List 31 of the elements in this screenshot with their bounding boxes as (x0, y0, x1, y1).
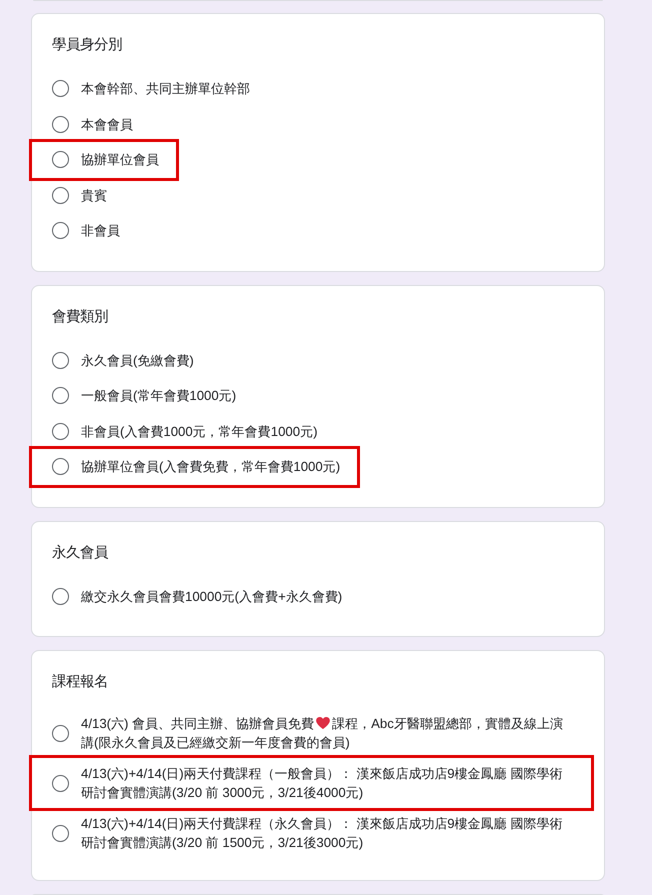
option-label[interactable]: 協辦單位會員(入會費免費，常年會費1000元) (81, 457, 340, 476)
option-label[interactable]: 永久會員(免繳會費) (81, 350, 194, 370)
radio-button[interactable] (52, 80, 69, 98)
radio-button[interactable] (52, 774, 69, 792)
question-title: 永久會員 (52, 544, 109, 562)
option-label[interactable]: 4/13(六)+4/14(日)兩天付費課程（一般會員）： 漢來飯店成功店9樓金鳳廳 國際學術研討會實體演講(3/20 前 3000元，3/21後4000元) (81, 764, 574, 802)
radio-button[interactable] (52, 151, 69, 168)
option-label[interactable]: 非會員(入會費1000元，常年會費1000元) (81, 422, 318, 441)
option-label[interactable]: 本會會員 (81, 114, 133, 134)
radio-button[interactable] (52, 588, 69, 605)
radio-button[interactable] (52, 222, 69, 240)
option-label[interactable]: 本會幹部、共同主辦單位幹部 (81, 79, 250, 98)
radio-button[interactable] (52, 186, 69, 204)
radio-button[interactable] (52, 422, 69, 440)
question-title: 學員身分別 (52, 36, 123, 55)
radio-button[interactable] (52, 458, 69, 476)
radio-button[interactable] (52, 116, 69, 133)
option-label[interactable]: 非會員 (81, 221, 120, 240)
question-title: 會費類別 (52, 308, 109, 326)
radio-button[interactable] (52, 824, 69, 842)
option-label[interactable]: 貴賓 (81, 186, 107, 205)
option-label[interactable]: 繳交永久會員會費10000元(入會費+永久會費) (81, 586, 342, 606)
option-label[interactable]: 4/13(六) 會員、共同主辦、協辦會員免費 課程，Abc牙醫聯盟總部，實體及線上演講(限永久會員及已經繳交新一年度會費的會員) (81, 714, 574, 752)
radio-button[interactable] (52, 724, 69, 742)
option-label[interactable]: 協辦單位會員 (81, 150, 159, 170)
question-title: 課程報名 (52, 673, 109, 692)
option-label[interactable]: 4/13(六)+4/14(日)兩天付費課程（永久會員）： 漢來飯店成功店9樓金鳳廳 國際學術研討會實體演講(3/20 前 1500元，3/21後3000元) (81, 814, 574, 852)
radio-button[interactable] (52, 352, 69, 369)
option-label[interactable]: 一般會員(常年會費1000元) (81, 386, 236, 406)
radio-button[interactable] (52, 387, 69, 404)
heart-icon (316, 717, 330, 729)
